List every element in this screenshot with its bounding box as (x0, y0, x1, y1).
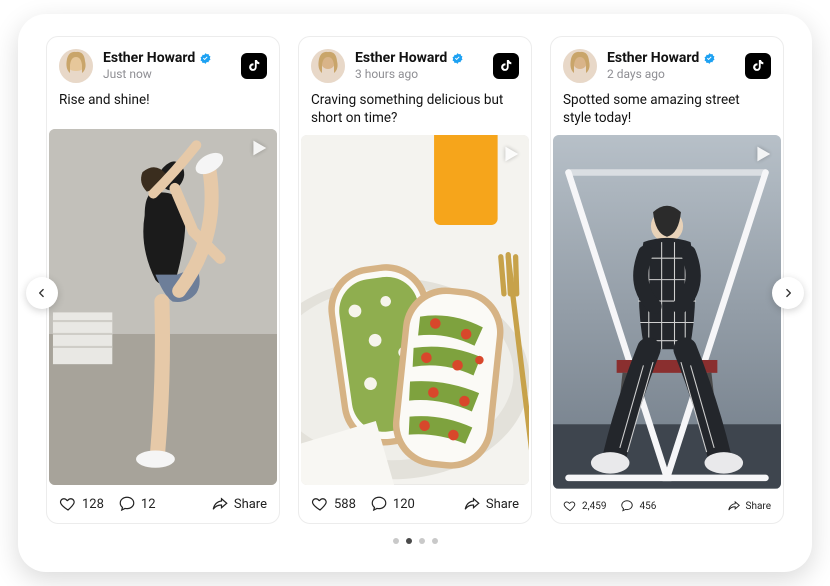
comment-count: 456 (639, 501, 656, 512)
share-button[interactable]: Share (211, 495, 267, 513)
comment-count: 120 (393, 497, 415, 512)
tiktok-icon[interactable] (745, 53, 771, 79)
author-name[interactable]: Esther Howard (355, 51, 447, 66)
post-footer: 2,459 456 Share (551, 489, 783, 523)
like-count: 588 (334, 497, 356, 512)
tiktok-icon[interactable] (241, 53, 267, 79)
post-media[interactable] (49, 129, 277, 485)
share-icon (727, 499, 741, 513)
comment-button[interactable]: 456 (620, 499, 656, 513)
chevron-right-icon (781, 286, 795, 300)
author-block: Esther Howard 3 hours ago (355, 51, 483, 81)
post-card: Esther Howard 3 hours ago Craving someth… (298, 36, 532, 524)
post-footer: 128 12 Share (47, 485, 279, 523)
author-block: Esther Howard 2 days ago (607, 51, 735, 81)
post-time: 2 days ago (607, 67, 735, 81)
play-icon (751, 143, 773, 165)
post-footer: 588 120 Share (299, 485, 531, 523)
play-icon (499, 143, 521, 165)
post-time: 3 hours ago (355, 67, 483, 81)
heart-icon (311, 495, 329, 513)
carousel-dot[interactable] (393, 538, 399, 544)
post-time: Just now (103, 67, 231, 81)
verified-badge-icon (451, 52, 464, 65)
post-card: Esther Howard 2 days ago Spotted some am… (550, 36, 784, 524)
like-button[interactable]: 588 (311, 495, 356, 513)
play-icon (247, 137, 269, 159)
carousel-dot[interactable] (432, 538, 438, 544)
like-button[interactable]: 2,459 (563, 499, 606, 513)
avatar[interactable] (563, 49, 597, 83)
carousel-dot[interactable] (419, 538, 425, 544)
like-count: 2,459 (582, 501, 606, 512)
post-media[interactable] (301, 135, 529, 485)
comment-icon (370, 495, 388, 513)
comment-icon (118, 495, 136, 513)
carousel-dot[interactable] (406, 538, 412, 544)
tiktok-icon[interactable] (493, 53, 519, 79)
post-caption: Rise and shine! (47, 89, 279, 129)
carousel-next-button[interactable] (772, 277, 804, 309)
like-count: 128 (82, 497, 104, 512)
author-name[interactable]: Esther Howard (103, 51, 195, 66)
share-label: Share (746, 501, 771, 512)
share-button[interactable]: Share (727, 499, 771, 513)
post-header: Esther Howard 2 days ago (551, 37, 783, 89)
post-media[interactable] (553, 135, 781, 489)
avatar[interactable] (311, 49, 345, 83)
comment-button[interactable]: 12 (118, 495, 156, 513)
avatar[interactable] (59, 49, 93, 83)
verified-badge-icon (199, 52, 212, 65)
share-icon (463, 495, 481, 513)
like-button[interactable]: 128 (59, 495, 104, 513)
chevron-left-icon (35, 286, 49, 300)
carousel-dots (46, 538, 784, 544)
post-carousel: Esther Howard Just now Rise and shine! (46, 36, 784, 524)
comment-icon (620, 499, 634, 513)
share-button[interactable]: Share (463, 495, 519, 513)
share-icon (211, 495, 229, 513)
device-frame: Esther Howard Just now Rise and shine! (18, 14, 812, 572)
verified-badge-icon (703, 52, 716, 65)
comment-count: 12 (141, 497, 156, 512)
post-caption: Spotted some amazing street style today! (551, 89, 783, 135)
share-label: Share (234, 497, 267, 512)
share-label: Share (486, 497, 519, 512)
heart-icon (59, 495, 77, 513)
post-caption: Craving something delicious but short on… (299, 89, 531, 135)
comment-button[interactable]: 120 (370, 495, 415, 513)
author-name[interactable]: Esther Howard (607, 51, 699, 66)
carousel-prev-button[interactable] (26, 277, 58, 309)
author-block: Esther Howard Just now (103, 51, 231, 81)
post-card: Esther Howard Just now Rise and shine! (46, 36, 280, 524)
post-header: Esther Howard Just now (47, 37, 279, 89)
heart-icon (563, 499, 577, 513)
post-header: Esther Howard 3 hours ago (299, 37, 531, 89)
